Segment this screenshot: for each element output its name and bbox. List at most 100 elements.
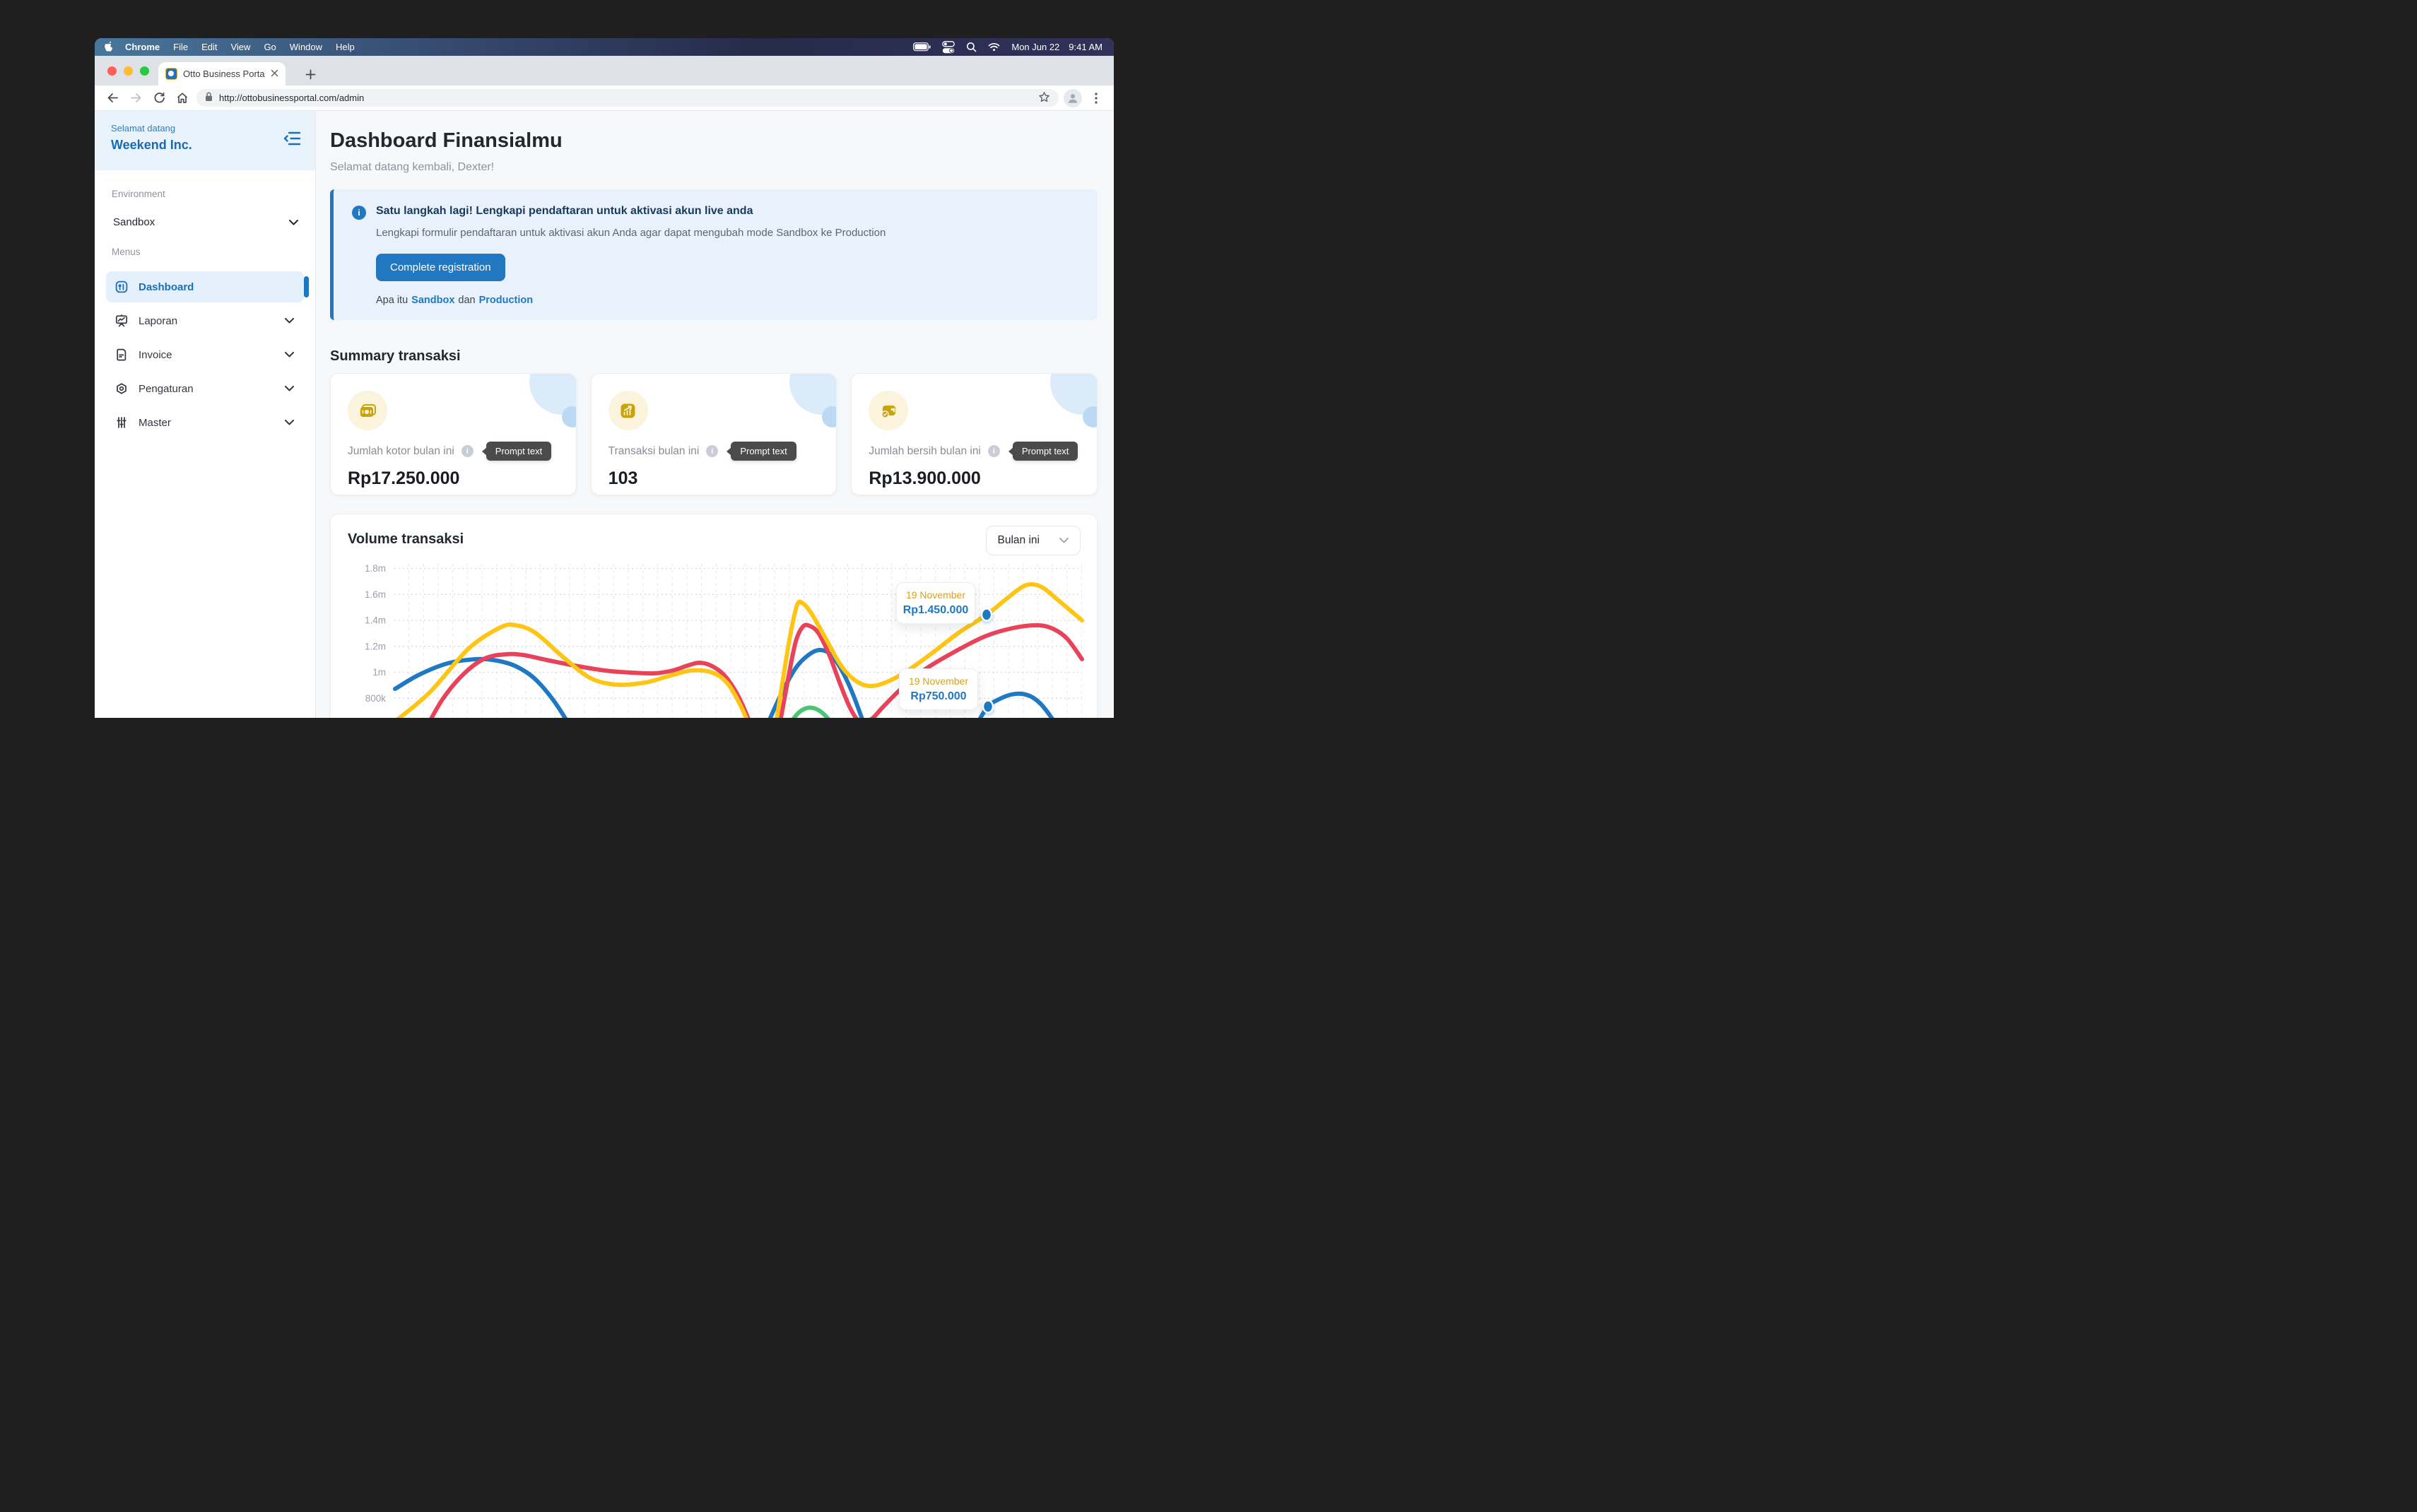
banner-link-prefix: Apa itu — [376, 295, 408, 306]
environment-select[interactable]: Sandbox — [113, 216, 298, 228]
period-value: Bulan ini — [998, 534, 1040, 547]
sidebar-nav: Dashboard Laporan Invoice Pengaturan — [95, 271, 315, 438]
decor-circle — [822, 406, 837, 427]
sidebar-item-label: Laporan — [139, 315, 275, 327]
company-name: Weekend Inc. — [111, 138, 301, 153]
sandbox-link[interactable]: Sandbox — [411, 295, 454, 306]
complete-registration-button[interactable]: Complete registration — [376, 254, 505, 281]
active-indicator — [304, 276, 309, 297]
card-value: 103 — [608, 468, 820, 489]
info-icon: i — [352, 206, 366, 220]
chart-marker-dot[interactable] — [982, 609, 992, 621]
settings-icon — [114, 382, 129, 396]
prompt-tooltip: Prompt text — [486, 442, 551, 461]
minimize-window-button[interactable] — [124, 66, 133, 76]
url-text[interactable]: http://ottobusinessportal.com/admin — [219, 93, 1032, 103]
svg-text:800k: 800k — [365, 693, 387, 704]
chevron-down-icon — [285, 386, 294, 391]
new-tab-button[interactable] — [301, 65, 319, 83]
bookmark-star-icon[interactable] — [1038, 91, 1050, 105]
sidebar-item-label: Master — [139, 417, 275, 429]
menu-bar-date[interactable]: Mon Jun 22 — [1011, 42, 1059, 52]
info-icon[interactable]: i — [461, 445, 474, 457]
chevron-down-icon — [285, 420, 294, 425]
sidebar-item-dashboard[interactable]: Dashboard — [106, 271, 304, 302]
production-link[interactable]: Production — [479, 295, 534, 306]
forward-icon[interactable] — [127, 89, 145, 107]
browser-profile-avatar[interactable] — [1064, 89, 1082, 107]
period-dropdown[interactable]: Bulan ini — [986, 526, 1081, 555]
page-title: Dashboard Finansialmu — [330, 129, 1098, 153]
menu-items: Chrome File Edit View Go Window Help — [125, 42, 355, 52]
sidebar-collapse-icon[interactable] — [283, 131, 301, 150]
svg-text:1.4m: 1.4m — [365, 615, 386, 626]
sidebar-item-label: Dashboard — [139, 281, 294, 293]
lock-icon — [205, 92, 213, 104]
sliders-icon — [114, 415, 129, 430]
prompt-tooltip: Prompt text — [731, 442, 796, 461]
home-icon[interactable] — [173, 89, 192, 107]
banner-title: Satu langkah lagi! Lengkapi pendaftaran … — [376, 205, 886, 218]
tooltip-date: 19 November — [900, 589, 972, 601]
battery-icon[interactable] — [913, 42, 931, 52]
tab-close-icon[interactable] — [271, 69, 278, 79]
sidebar-item-invoice[interactable]: Invoice — [106, 339, 304, 370]
info-icon[interactable]: i — [988, 445, 1000, 457]
spotlight-search-icon[interactable] — [966, 42, 977, 52]
menus-label: Menus — [112, 247, 315, 257]
tab-otto-business-portal[interactable]: Otto Business Portal — [158, 62, 286, 85]
info-icon[interactable]: i — [706, 445, 718, 457]
svg-text:1.2m: 1.2m — [365, 641, 386, 651]
reload-icon[interactable] — [150, 89, 168, 107]
menu-window[interactable]: Window — [290, 42, 322, 52]
sidebar-item-laporan[interactable]: Laporan — [106, 305, 304, 336]
chart-tooltip-2: 19 November Rp750.000 — [899, 668, 978, 710]
card-value: Rp17.250.000 — [348, 468, 559, 489]
card-transaksi: Transaksi bulan ini i Prompt text 103 — [591, 373, 837, 495]
menu-edit[interactable]: Edit — [201, 42, 217, 52]
chart-up-icon — [608, 391, 648, 430]
menu-help[interactable]: Help — [336, 42, 355, 52]
menu-view[interactable]: View — [230, 42, 250, 52]
card-label: Jumlah kotor bulan ini — [348, 445, 454, 458]
sidebar-item-master[interactable]: Master — [106, 407, 304, 438]
close-window-button[interactable] — [107, 66, 117, 76]
dashboard-icon — [114, 280, 129, 294]
address-bar[interactable]: http://ottobusinessportal.com/admin — [196, 89, 1059, 107]
back-icon[interactable] — [103, 89, 122, 107]
sidebar-header: Selamat datang Weekend Inc. — [95, 111, 315, 170]
apple-logo-icon[interactable] — [105, 41, 114, 54]
control-center-icon[interactable] — [942, 41, 955, 54]
decor-circle — [1083, 406, 1098, 427]
summary-cards: Jumlah kotor bulan ini i Prompt text Rp1… — [330, 373, 1098, 495]
favicon-otto — [165, 68, 177, 80]
svg-text:1.6m: 1.6m — [365, 589, 386, 600]
tooltip-value: Rp1.450.000 — [900, 604, 972, 617]
welcome-label: Selamat datang — [111, 123, 301, 134]
card-jumlah-bersih: Jumlah bersih bulan ini i Prompt text Rp… — [851, 373, 1098, 495]
environment-label: Environment — [112, 189, 315, 199]
banner-description: Lengkapi formulir pendaftaran untuk akti… — [376, 227, 886, 239]
sidebar-item-pengaturan[interactable]: Pengaturan — [106, 373, 304, 404]
prompt-tooltip: Prompt text — [1013, 442, 1078, 461]
menu-go[interactable]: Go — [264, 42, 276, 52]
volume-transaksi-card: Volume transaksi Bulan ini — [330, 514, 1098, 718]
banner-link-middle: dan — [458, 295, 475, 306]
tooltip-date: 19 November — [902, 675, 975, 687]
svg-text:1m: 1m — [372, 667, 386, 678]
menu-file[interactable]: File — [173, 42, 188, 52]
zoom-window-button[interactable] — [140, 66, 149, 76]
invoice-document-icon — [114, 348, 129, 362]
menu-bar-time[interactable]: 9:41 AM — [1069, 42, 1102, 52]
card-label: Transaksi bulan ini — [608, 445, 700, 458]
svg-text:1.8m: 1.8m — [365, 563, 386, 574]
summary-heading: Summary transaksi — [330, 348, 1098, 365]
menu-chrome[interactable]: Chrome — [125, 42, 160, 52]
wifi-icon[interactable] — [988, 42, 1000, 52]
y-axis-labels: 1.8m 1.6m 1.4m 1.2m 1m 800k 600k — [365, 563, 386, 718]
chart-title: Volume transaksi — [348, 531, 464, 548]
browser-toolbar: http://ottobusinessportal.com/admin — [95, 85, 1114, 111]
decor-circle — [562, 406, 577, 427]
chart-marker-dot[interactable] — [983, 701, 993, 713]
kebab-menu-icon[interactable] — [1087, 89, 1105, 107]
